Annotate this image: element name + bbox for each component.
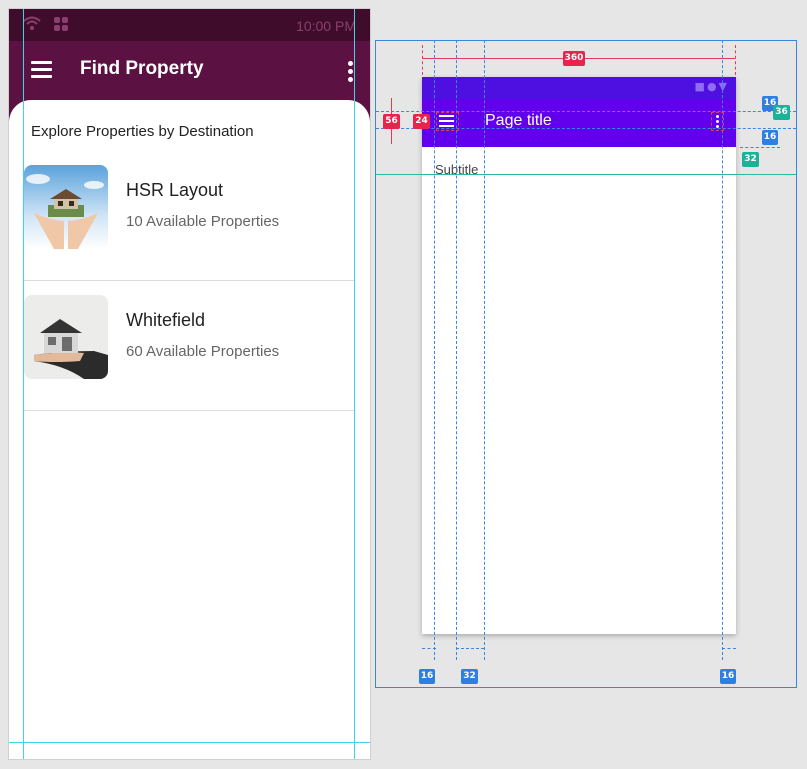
property-card-whitefield[interactable]: Whitefield 60 Available Properties (24, 280, 354, 411)
property-count: 10 Available Properties (126, 213, 280, 230)
guide-line-bottom (9, 742, 370, 743)
icon-box (436, 112, 459, 131)
badge-width: 360 (563, 51, 585, 66)
guide-dash (735, 45, 736, 75)
badge-appbar-height: 56 (383, 114, 400, 129)
guide-dash (456, 40, 457, 660)
hamburger-menu-icon[interactable] (31, 61, 52, 79)
phone-screen: 10:00 PM Find Property Explore Propertie… (8, 8, 371, 760)
content-sheet: Explore Properties by Destination HSR La… (9, 100, 370, 759)
badge-margin-left: 16 (419, 669, 435, 684)
status-icons: ■●▼ (694, 80, 729, 93)
property-name: Whitefield (126, 310, 206, 330)
spec-device-mockup: ■●▼ Page title Subtitle (422, 77, 736, 634)
badge-right-height: 36 (773, 105, 790, 120)
spec-status-bar: ■●▼ (422, 77, 736, 99)
property-name: HSR Layout (126, 180, 224, 200)
guide-dash (740, 147, 780, 148)
badge-icon-size: 24 (413, 114, 430, 129)
guide-dash (422, 648, 436, 649)
status-time: 10:00 PM (296, 18, 356, 34)
guide-dash (722, 40, 723, 660)
guide-dash (456, 648, 484, 649)
property-card-hsr-layout[interactable]: HSR Layout 10 Available Properties (24, 150, 354, 281)
guide-dash (422, 45, 423, 75)
grid-icon (53, 16, 69, 36)
house-on-hand-image (24, 295, 108, 379)
guide-dash (484, 40, 485, 660)
section-heading: Explore Properties by Destination (31, 123, 254, 140)
guide-line-left (23, 9, 24, 759)
badge-title-gap: 16 (762, 130, 778, 145)
app-title: Find Property (80, 58, 204, 79)
wifi-icon (23, 16, 41, 36)
spec-app-bar: Page title (422, 99, 736, 147)
badge-margin-right: 16 (720, 669, 736, 684)
status-bar: 10:00 PM (9, 9, 370, 41)
badge-corner: 32 (742, 152, 759, 167)
badge-title-offset: 32 (461, 669, 478, 684)
house-in-hands-image (24, 165, 108, 249)
guide-dash (434, 40, 435, 660)
property-count: 60 Available Properties (126, 343, 280, 360)
guide-dash (722, 648, 736, 649)
icon-box (711, 112, 724, 131)
guide-teal (376, 174, 796, 175)
spec-sheet: Subtitle (422, 147, 736, 634)
guide-line-right (354, 9, 355, 759)
